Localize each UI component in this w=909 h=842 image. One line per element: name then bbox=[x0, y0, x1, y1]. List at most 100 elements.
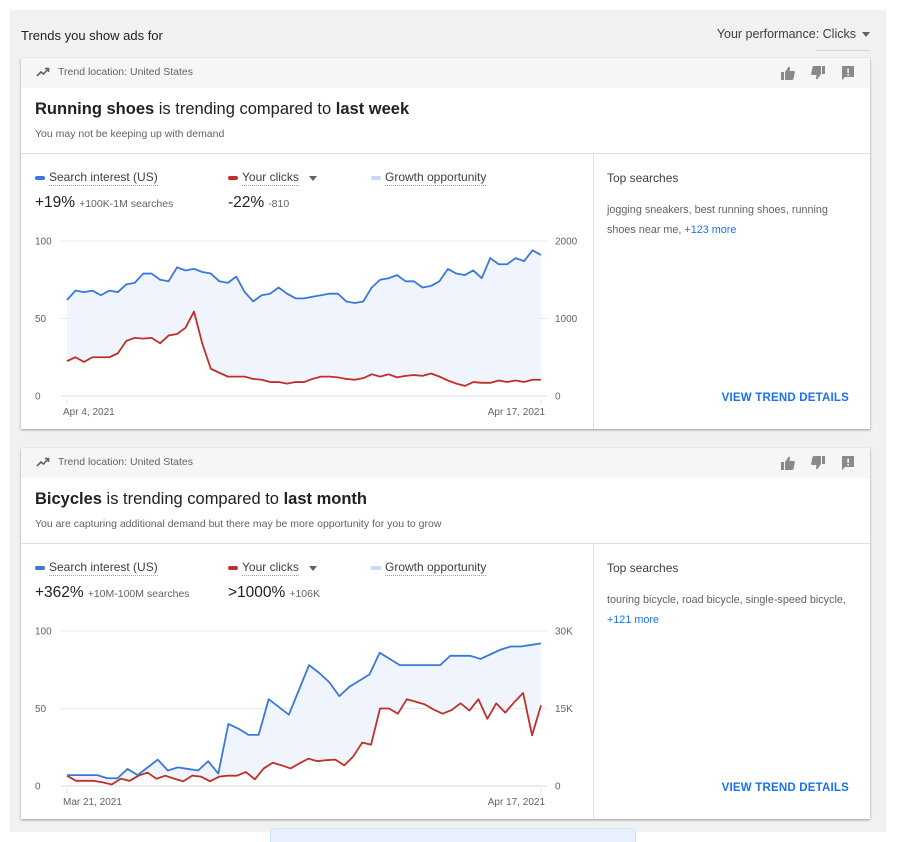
caret-down-icon bbox=[308, 565, 317, 571]
page-title: Trends you show ads for bbox=[21, 28, 163, 43]
caret-down-icon bbox=[862, 31, 870, 37]
select-underline bbox=[816, 50, 870, 51]
thumbs-down-icon[interactable] bbox=[810, 65, 826, 81]
caret-down-icon bbox=[308, 175, 317, 181]
growth-opportunity-area bbox=[67, 643, 541, 785]
left-axis-tick-label: 0 bbox=[35, 392, 41, 403]
growth-opportunity-swatch bbox=[371, 176, 381, 180]
trend-chart: 0 0 50 15K 100 30K Mar 21, 2021 Apr 17, 2021 bbox=[35, 627, 573, 809]
trend-subline: You may not be keeping up with demand bbox=[35, 128, 225, 140]
more-searches-link[interactable]: +123 more bbox=[684, 224, 736, 236]
legend-label: Your clicks bbox=[242, 170, 299, 186]
search-interest-swatch bbox=[35, 176, 45, 180]
more-searches-link[interactable]: +121 more bbox=[607, 614, 659, 626]
right-axis-tick-label: 30K bbox=[555, 627, 573, 638]
search-interest-swatch bbox=[35, 566, 45, 570]
trend-headline: Bicycles is trending compared to last mo… bbox=[35, 490, 367, 509]
right-axis-tick-label: 0 bbox=[555, 782, 561, 793]
stat-value: -22% bbox=[228, 194, 265, 211]
stat-value: +362% bbox=[35, 584, 84, 601]
stat-detail: +100K-1M searches bbox=[79, 198, 174, 210]
legend-search-interest[interactable]: Search interest (US) bbox=[35, 560, 158, 576]
legend-search-interest[interactable]: Search interest (US) bbox=[35, 170, 158, 186]
thumbs-down-icon[interactable] bbox=[810, 455, 826, 471]
x-start-label: Mar 21, 2021 bbox=[63, 797, 122, 808]
feedback-icons bbox=[780, 455, 856, 471]
legend-your-clicks[interactable]: Your clicks bbox=[228, 170, 317, 186]
trend-location-label: Trend location: United States bbox=[58, 66, 194, 78]
stat-detail: +10M-100M searches bbox=[87, 588, 190, 600]
trend-subline: You are capturing additional demand but … bbox=[35, 518, 442, 530]
clicks-stat: -22% -810 bbox=[228, 194, 289, 212]
right-axis-tick-label: 0 bbox=[555, 392, 561, 403]
performance-select[interactable]: Your performance: Clicks bbox=[717, 27, 870, 41]
your-clicks-swatch bbox=[228, 566, 238, 570]
divider bbox=[21, 543, 870, 544]
card-toolbar: Trend location: United States bbox=[21, 58, 870, 88]
left-axis-tick-label: 100 bbox=[35, 237, 52, 248]
trend-card-bicycles: Trend location: United States Bicycles i… bbox=[21, 448, 870, 819]
legend-growth-opportunity[interactable]: Growth opportunity bbox=[371, 560, 487, 576]
left-axis-tick-label: 0 bbox=[35, 782, 41, 793]
thumbs-up-icon[interactable] bbox=[780, 65, 796, 81]
legend-label: Growth opportunity bbox=[385, 170, 487, 186]
trending-up-icon bbox=[36, 457, 50, 467]
left-axis-tick-label: 50 bbox=[35, 704, 47, 715]
stat-value: +19% bbox=[35, 194, 76, 211]
x-end-label: Apr 17, 2021 bbox=[488, 407, 546, 418]
feedback-icons bbox=[780, 65, 856, 81]
bottom-banner bbox=[270, 828, 636, 842]
page-background: Trends you show ads for Your performance… bbox=[10, 10, 886, 842]
report-feedback-icon[interactable] bbox=[840, 65, 856, 81]
growth-opportunity-area bbox=[67, 250, 541, 386]
report-feedback-icon[interactable] bbox=[840, 455, 856, 471]
divider bbox=[21, 153, 870, 154]
left-axis-tick-label: 100 bbox=[35, 627, 52, 638]
performance-select-label: Your performance: Clicks bbox=[716, 27, 856, 41]
stat-value: >1000% bbox=[228, 584, 286, 601]
legend-your-clicks[interactable]: Your clicks bbox=[228, 560, 317, 576]
x-start-label: Apr 4, 2021 bbox=[63, 407, 115, 418]
left-axis-tick-label: 50 bbox=[35, 314, 47, 325]
legend-label: Growth opportunity bbox=[385, 560, 487, 576]
stat-detail: +106K bbox=[289, 588, 320, 600]
page-header: Trends you show ads for Your performance… bbox=[10, 10, 886, 58]
stat-detail: -810 bbox=[268, 198, 290, 210]
trend-location-label: Trend location: United States bbox=[58, 456, 194, 468]
search-interest-stat: +362% +10M-100M searches bbox=[35, 584, 190, 602]
trend-location: Trend location: United States bbox=[36, 456, 193, 468]
legend-label: Search interest (US) bbox=[49, 170, 158, 186]
legend-growth-opportunity[interactable]: Growth opportunity bbox=[371, 170, 487, 186]
legend-label: Search interest (US) bbox=[49, 560, 158, 576]
trend-location: Trend location: United States bbox=[36, 66, 193, 78]
right-axis-tick-label: 1000 bbox=[555, 314, 578, 325]
search-interest-stat: +19% +100K-1M searches bbox=[35, 194, 173, 212]
clicks-stat: >1000% +106K bbox=[228, 584, 320, 602]
divider bbox=[593, 154, 594, 429]
trend-chart: 0 0 50 1000 100 2000 Apr 4, 2021 Apr 17, 2021 bbox=[35, 237, 578, 419]
trend-headline-mid: is trending compared to bbox=[101, 490, 284, 508]
top-searches-title: Top searches bbox=[607, 171, 679, 185]
top-searches-text: touring bicycle, road bicycle, single-sp… bbox=[607, 594, 846, 606]
x-end-label: Apr 17, 2021 bbox=[488, 797, 546, 808]
top-searches-title: Top searches bbox=[607, 561, 679, 575]
top-searches-list: touring bicycle, road bicycle, single-sp… bbox=[607, 590, 847, 630]
trend-headline: Running shoes is trending compared to la… bbox=[35, 100, 409, 119]
trend-term: Running shoes bbox=[35, 100, 155, 118]
right-axis-tick-label: 2000 bbox=[555, 237, 578, 248]
trending-up-icon bbox=[36, 67, 50, 77]
legend-label: Your clicks bbox=[242, 560, 299, 576]
trend-card-running-shoes: Trend location: United States Running sh… bbox=[21, 58, 870, 429]
growth-opportunity-swatch bbox=[371, 566, 381, 570]
view-trend-details-button[interactable]: VIEW TREND DETAILS bbox=[722, 782, 849, 794]
view-trend-details-button[interactable]: VIEW TREND DETAILS bbox=[722, 392, 849, 404]
thumbs-up-icon[interactable] bbox=[780, 455, 796, 471]
trend-term: Bicycles bbox=[35, 490, 102, 508]
your-clicks-swatch bbox=[228, 176, 238, 180]
top-searches-list: jogging sneakers, best running shoes, ru… bbox=[607, 200, 847, 240]
trend-period: last week bbox=[335, 100, 410, 118]
divider bbox=[593, 544, 594, 819]
trend-period: last month bbox=[283, 490, 367, 508]
card-toolbar: Trend location: United States bbox=[21, 448, 870, 478]
trend-headline-mid: is trending compared to bbox=[154, 100, 336, 118]
